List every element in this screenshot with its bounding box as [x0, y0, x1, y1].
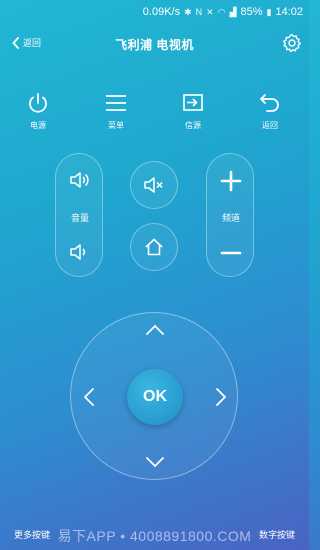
gear-icon: [283, 33, 301, 53]
clock: 14:02: [275, 6, 303, 18]
return-label: 返回: [262, 121, 278, 130]
network-speed: 0.09K/s: [142, 6, 181, 18]
channel-label: 频道: [221, 213, 240, 223]
channel-down-button[interactable]: [220, 242, 242, 269]
down-button[interactable]: [145, 455, 165, 473]
chevron-up-icon: [146, 324, 164, 335]
volume-down-icon: [70, 244, 86, 260]
chevron-down-icon: [146, 457, 164, 468]
right-button[interactable]: [215, 387, 227, 412]
volume-label: 音量: [70, 213, 89, 223]
channel-up-button[interactable]: [220, 170, 242, 197]
nfc-icon: N: [195, 7, 203, 17]
mute-icon: ✕: [206, 6, 214, 17]
home-icon: [145, 238, 163, 256]
power-icon: [29, 93, 47, 113]
chevron-right-icon: [216, 388, 227, 406]
chevron-left-icon: [83, 388, 94, 406]
mute-button[interactable]: [130, 161, 178, 209]
settings-button[interactable]: [282, 33, 302, 53]
power-button[interactable]: 电源: [13, 92, 63, 131]
minus-icon: [220, 251, 242, 255]
volume-down-button[interactable]: [69, 242, 91, 267]
ok-button[interactable]: OK: [127, 369, 183, 425]
left-button[interactable]: [83, 387, 95, 412]
battery-icon: ▮: [266, 6, 272, 17]
return-icon: [260, 94, 279, 112]
mute-icon: [144, 177, 163, 193]
dpad: OK: [70, 312, 238, 480]
bluetooth-icon: ✱: [184, 6, 192, 17]
battery-percent: 85%: [240, 6, 263, 18]
channel-control: 频道: [206, 153, 254, 277]
nav-bar: 返回 飞利浦 电视机: [0, 28, 309, 60]
more-keys-button[interactable]: 更多按键: [14, 528, 50, 541]
toolbar: 电源 菜单 信源 返回: [0, 92, 309, 132]
home-button[interactable]: [130, 223, 178, 271]
source-label: 信源: [185, 121, 201, 130]
source-icon: [183, 94, 203, 111]
wifi-icon: ◠: [217, 6, 226, 17]
menu-label: 菜单: [108, 121, 124, 130]
number-keys-button[interactable]: 数字按键: [259, 528, 295, 541]
power-label: 电源: [30, 121, 46, 130]
page-title: 飞利浦 电视机: [115, 38, 194, 52]
volume-up-button[interactable]: [69, 170, 91, 195]
source-button[interactable]: 信源: [168, 92, 218, 131]
up-button[interactable]: [145, 323, 165, 341]
signal-icon: ▟: [229, 6, 237, 17]
ok-label: OK: [143, 388, 167, 405]
plus-icon: [220, 170, 242, 192]
volume-control: 音量: [55, 153, 103, 277]
menu-icon: [106, 95, 126, 111]
status-bar: 0.09K/s ✱ N ✕ ◠ ▟ 85% ▮ 14:02: [0, 0, 309, 24]
menu-button[interactable]: 菜单: [91, 92, 141, 131]
bottom-bar: 易下APP • 4008891800.COM 更多按键 数字按键: [0, 518, 309, 550]
volume-up-icon: [70, 172, 89, 188]
return-button[interactable]: 返回: [245, 92, 295, 131]
